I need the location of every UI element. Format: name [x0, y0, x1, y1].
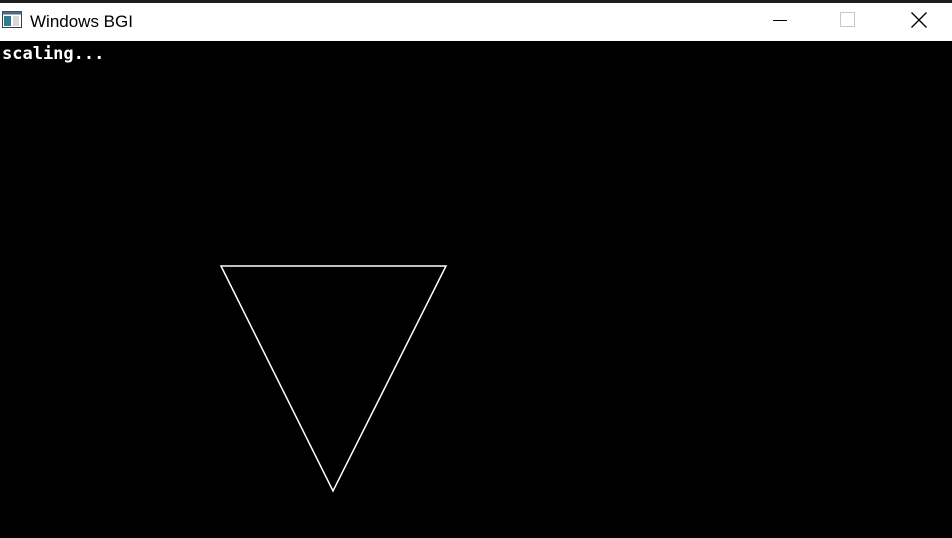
minimize-button[interactable]: [757, 3, 803, 41]
drawing-surface: [219, 265, 448, 493]
title-bar[interactable]: Windows BGI: [0, 3, 952, 41]
close-icon: [911, 11, 927, 33]
maximize-button[interactable]: [825, 3, 871, 41]
bgi-window: Windows BGI scaling...: [0, 0, 952, 538]
app-window-icon: [2, 11, 22, 29]
scaled-triangle: [219, 265, 448, 493]
close-button[interactable]: [896, 3, 942, 41]
graphics-canvas[interactable]: scaling...: [0, 41, 952, 538]
window-title: Windows BGI: [30, 12, 133, 31]
minimize-icon: [773, 13, 787, 32]
maximize-icon: [840, 11, 856, 33]
